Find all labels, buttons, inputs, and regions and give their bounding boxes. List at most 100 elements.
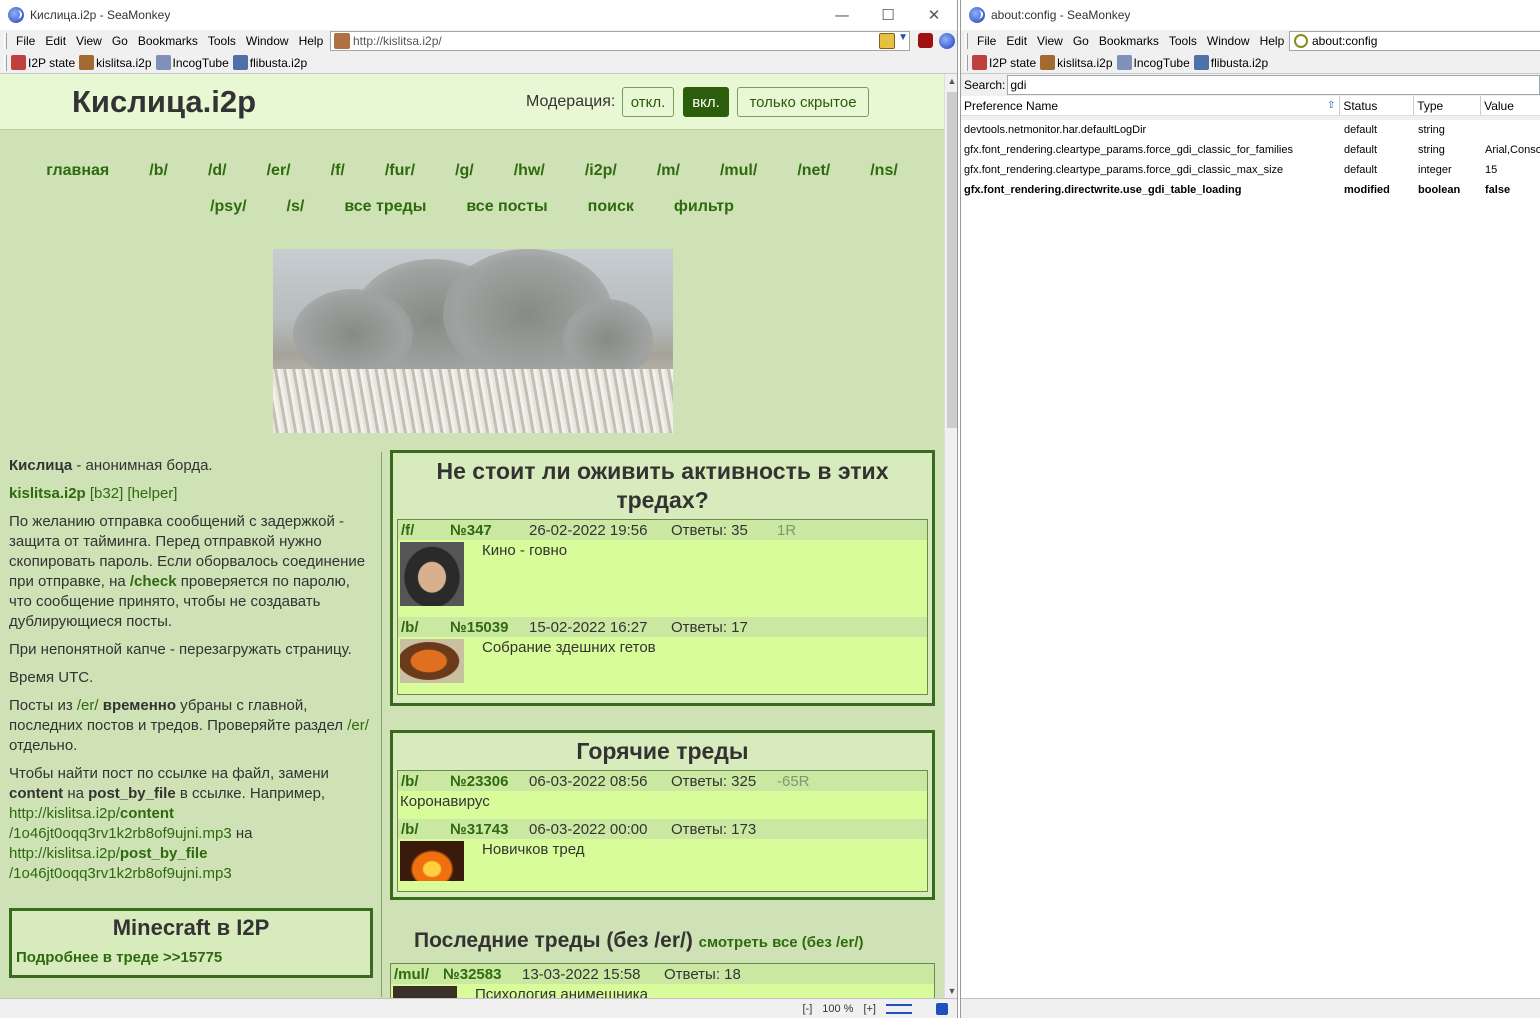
nav-link[interactable]: поиск — [588, 198, 634, 216]
thread-body[interactable]: Коронавирус — [398, 791, 927, 819]
security-lock-icon[interactable] — [936, 1002, 948, 1015]
col-preference-name[interactable]: Preference Name ⇧ — [961, 96, 1341, 115]
nav-link[interactable]: /g/ — [455, 162, 474, 180]
col-value[interactable]: Value — [1481, 96, 1540, 115]
bookmark-incogtube[interactable]: IncogTube — [155, 55, 229, 70]
ublock-icon[interactable] — [918, 33, 933, 48]
example-link-2[interactable]: http://kislitsa.i2p/post_by_file/1o46jt0… — [9, 845, 232, 882]
nav-link[interactable]: /m/ — [657, 162, 680, 180]
nav-link[interactable]: /psy/ — [210, 198, 246, 216]
b32-link[interactable]: [b32] — [86, 485, 123, 502]
nav-link[interactable]: /ns/ — [870, 162, 898, 180]
nav-link[interactable]: /net/ — [797, 162, 830, 180]
menu-go[interactable]: Go — [107, 34, 133, 48]
thread-thumbnail[interactable] — [400, 542, 464, 606]
close-button[interactable]: ✕ — [911, 0, 957, 30]
nav-link[interactable]: /s/ — [287, 198, 305, 216]
thread-thumbnail[interactable] — [393, 986, 457, 998]
bookmark-star-icon[interactable] — [879, 33, 895, 49]
menu-bookmarks[interactable]: Bookmarks — [1094, 34, 1164, 48]
kislitsa-link[interactable]: kislitsa.i2p — [9, 485, 86, 502]
menu-file[interactable]: File — [11, 34, 40, 48]
helper-link[interactable]: [helper] — [123, 485, 177, 502]
moderation-off-button[interactable]: откл. — [622, 87, 674, 117]
bookmark-flibusta[interactable]: flibusta.i2p — [232, 55, 307, 70]
moderation-on-button[interactable]: вкл. — [683, 87, 729, 117]
bookmarks-grip[interactable] — [965, 54, 968, 71]
nav-link[interactable]: /i2p/ — [585, 162, 617, 180]
minecraft-thread-link[interactable]: Подробнее в треде >>15775 — [16, 949, 370, 966]
thread-body[interactable]: Собрание здешних гетов — [398, 637, 927, 683]
minimize-button[interactable]: — — [819, 0, 865, 30]
scroll-thumb[interactable] — [947, 92, 957, 428]
scroll-up-icon[interactable]: ▲ — [947, 76, 957, 86]
bookmark-incogtube[interactable]: IncogTube — [1116, 55, 1190, 70]
nav-link[interactable]: /er/ — [267, 162, 291, 180]
toolbar-grip[interactable] — [4, 33, 7, 49]
url-dropdown-icon[interactable]: ▼ — [898, 32, 908, 43]
thread-thumbnail[interactable] — [400, 841, 464, 881]
nav-link[interactable]: все посты — [466, 198, 547, 216]
menu-window[interactable]: Window — [241, 34, 294, 48]
thread-body[interactable]: Кино - говно — [398, 540, 927, 617]
url-bar[interactable]: http://kislitsa.i2p/ ▼ — [330, 31, 910, 51]
url-text[interactable]: about:config — [1312, 34, 1377, 48]
thread-subject[interactable]: Психология анимешника — [475, 986, 648, 998]
er-link-2[interactable]: /er/ — [347, 717, 369, 734]
pref-row[interactable]: devtools.netmonitor.har.defaultLogDir def… — [961, 120, 1540, 140]
online-status-icon[interactable] — [886, 1003, 912, 1014]
page-scrollbar[interactable]: ▲ ▼ — [944, 74, 957, 998]
pref-row[interactable]: gfx.font_rendering.directwrite.use_gdi_t… — [961, 180, 1540, 200]
maximize-button[interactable]: ☐ — [865, 0, 911, 30]
site-title[interactable]: Кислица.i2p — [72, 84, 256, 120]
seamonkey-throbber-icon[interactable] — [939, 33, 955, 49]
url-text[interactable]: http://kislitsa.i2p/ — [353, 34, 442, 48]
bookmark-i2p-state[interactable]: I2P state — [11, 55, 75, 70]
bookmark-flibusta[interactable]: flibusta.i2p — [1193, 55, 1268, 70]
nav-link[interactable]: /b/ — [149, 162, 168, 180]
menu-tools[interactable]: Tools — [203, 34, 241, 48]
thread-subject[interactable]: Новичков тред — [482, 841, 585, 881]
pref-row[interactable]: gfx.font_rendering.cleartype_params.forc… — [961, 160, 1540, 180]
col-status[interactable]: Status — [1340, 96, 1415, 115]
thread-body[interactable]: Новичков тред — [398, 839, 927, 881]
thread-thumbnail[interactable] — [400, 639, 464, 683]
menu-help[interactable]: Help — [1255, 34, 1290, 48]
bookmark-kislitsa[interactable]: kislitsa.i2p — [79, 55, 152, 70]
er-link[interactable]: /er/ — [77, 697, 99, 714]
search-input[interactable]: gdi — [1007, 75, 1540, 95]
nav-link[interactable]: /mul/ — [720, 162, 757, 180]
nav-link[interactable]: главная — [46, 162, 109, 180]
pref-row[interactable]: gfx.font_rendering.cleartype_params.forc… — [961, 140, 1540, 160]
example-link-1[interactable]: http://kislitsa.i2p/content/1o46jt0oqq3r… — [9, 805, 232, 842]
toolbar-grip[interactable] — [965, 33, 968, 49]
thread-subject[interactable]: Собрание здешних гетов — [482, 639, 656, 683]
menu-edit[interactable]: Edit — [40, 34, 71, 48]
thread-body[interactable]: Психология анимешника — [391, 984, 934, 998]
menu-window[interactable]: Window — [1202, 34, 1255, 48]
nav-link[interactable]: /d/ — [208, 162, 227, 180]
see-all-link[interactable]: смотреть все (без /er/) — [699, 934, 864, 951]
bookmark-i2p-state[interactable]: I2P state — [972, 55, 1036, 70]
menu-view[interactable]: View — [1032, 34, 1068, 48]
zoom-in-button[interactable]: [+] — [863, 1003, 876, 1015]
menu-edit[interactable]: Edit — [1001, 34, 1032, 48]
menu-view[interactable]: View — [71, 34, 107, 48]
moderation-hidden-only-button[interactable]: только скрытое — [737, 87, 869, 117]
nav-link[interactable]: /fur/ — [385, 162, 415, 180]
nav-link[interactable]: /f/ — [331, 162, 345, 180]
thread-subject[interactable]: Коронавирус — [400, 793, 490, 819]
menu-help[interactable]: Help — [294, 34, 329, 48]
bookmark-kislitsa[interactable]: kislitsa.i2p — [1040, 55, 1113, 70]
check-link[interactable]: /check — [130, 573, 177, 590]
nav-link[interactable]: все треды — [344, 198, 426, 216]
menu-go[interactable]: Go — [1068, 34, 1094, 48]
nav-link[interactable]: /hw/ — [514, 162, 545, 180]
url-bar[interactable]: about:config — [1289, 31, 1540, 51]
zoom-out-button[interactable]: [-] — [802, 1003, 812, 1015]
scroll-down-icon[interactable]: ▼ — [947, 986, 957, 996]
nav-link[interactable]: фильтр — [674, 198, 734, 216]
col-type[interactable]: Type — [1414, 96, 1482, 115]
menu-tools[interactable]: Tools — [1164, 34, 1202, 48]
thread-subject[interactable]: Кино - говно — [482, 542, 567, 617]
